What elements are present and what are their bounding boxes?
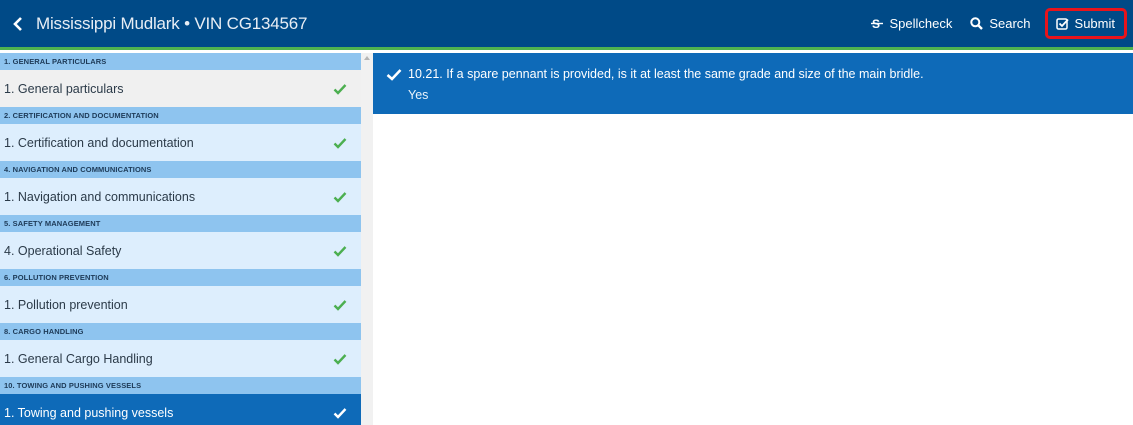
search-label: Search	[989, 16, 1031, 31]
sidebar-item-certification[interactable]: 1. Certification and documentation	[0, 124, 361, 161]
check-icon	[333, 83, 347, 95]
section-header: 2. CERTIFICATION AND DOCUMENTATION	[0, 107, 361, 124]
answer-text: Yes	[408, 88, 429, 102]
check-icon	[333, 137, 347, 149]
check-icon	[333, 245, 347, 257]
sidebar-item-label: 1. Certification and documentation	[4, 135, 194, 150]
sidebar-item-label: 4. Operational Safety	[4, 243, 122, 258]
check-icon	[333, 353, 347, 365]
check-square-icon	[1055, 18, 1069, 30]
section-header: 6. POLLUTION PREVENTION	[0, 269, 361, 286]
section-header: 5. SAFETY MANAGEMENT	[0, 215, 361, 232]
sidebar-item-label: 1. Towing and pushing vessels	[4, 405, 174, 420]
search-icon	[970, 17, 984, 30]
sidebar-item-label: 1. Navigation and communications	[4, 189, 196, 204]
sidebar-item-operational-safety[interactable]: 4. Operational Safety	[0, 232, 361, 269]
question-card[interactable]: 10.21. If a spare pennant is provided, i…	[373, 53, 1133, 114]
check-icon	[333, 299, 347, 311]
main-content: 10.21. If a spare pennant is provided, i…	[373, 53, 1133, 425]
submit-button[interactable]: Submit	[1044, 8, 1127, 39]
search-button[interactable]: Search	[970, 16, 1031, 31]
scroll-up-arrow-icon[interactable]	[364, 56, 370, 60]
sidebar-item-label: 1. Pollution prevention	[4, 297, 128, 312]
sidebar-item-towing[interactable]: 1. Towing and pushing vessels	[0, 394, 361, 425]
header-actions: S Spellcheck Search Submit	[853, 0, 1133, 49]
section-header: 4. NAVIGATION AND COMMUNICATIONS	[0, 161, 361, 178]
top-bar: Mississippi Mudlark • VIN CG134567 S Spe…	[0, 0, 1133, 50]
section-header: 1. GENERAL PARTICULARS	[0, 53, 361, 70]
strikethrough-icon: S	[871, 17, 884, 30]
chevron-left-icon	[13, 16, 22, 31]
sidebar-item-label: 1. General particulars	[4, 81, 124, 96]
check-icon	[333, 191, 347, 203]
check-icon	[333, 407, 347, 419]
sidebar-item-general-particulars[interactable]: 1. General particulars	[0, 70, 361, 107]
spellcheck-label: Spellcheck	[889, 16, 953, 31]
sidebar: 1. GENERAL PARTICULARS 1. General partic…	[0, 53, 373, 425]
submit-label: Submit	[1074, 16, 1115, 31]
sidebar-item-pollution-prevention[interactable]: 1. Pollution prevention	[0, 286, 361, 323]
check-icon	[386, 68, 402, 81]
sidebar-scrollbar[interactable]	[361, 53, 373, 425]
question-text: 10.21. If a spare pennant is provided, i…	[408, 67, 924, 81]
section-header: 10. TOWING AND PUSHING VESSELS	[0, 377, 361, 394]
section-header: 8. CARGO HANDLING	[0, 323, 361, 340]
sidebar-item-label: 1. General Cargo Handling	[4, 351, 153, 366]
spellcheck-button[interactable]: S Spellcheck	[871, 16, 952, 31]
page-title: Mississippi Mudlark • VIN CG134567	[36, 13, 308, 33]
sidebar-item-navigation[interactable]: 1. Navigation and communications	[0, 178, 361, 215]
question-line: 10.21. If a spare pennant is provided, i…	[386, 67, 1133, 81]
section-list: 1. GENERAL PARTICULARS 1. General partic…	[0, 53, 361, 425]
back-button[interactable]	[0, 0, 36, 49]
sidebar-item-cargo-handling[interactable]: 1. General Cargo Handling	[0, 340, 361, 377]
